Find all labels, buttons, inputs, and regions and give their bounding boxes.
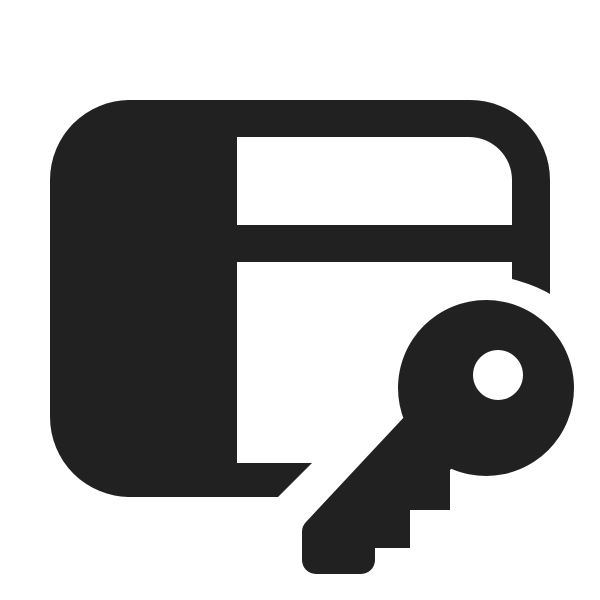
- icon-stage: [0, 0, 600, 600]
- window-key-icon: [0, 0, 600, 600]
